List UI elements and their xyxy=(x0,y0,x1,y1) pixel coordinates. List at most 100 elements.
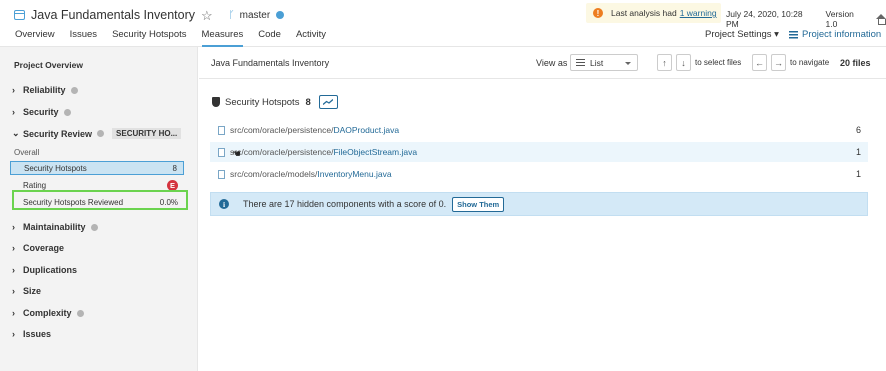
warning-text: Last analysis had xyxy=(611,8,677,18)
file-value: 1 xyxy=(855,169,861,179)
file-path: src/com/oracle/persistence/ xyxy=(230,125,334,135)
chevron-right-icon: › xyxy=(12,308,15,318)
chevron-right-icon: › xyxy=(12,329,15,339)
tab-overview[interactable]: Overview xyxy=(15,29,55,47)
chevron-right-icon: › xyxy=(12,222,15,232)
sidebar-item-label: Complexity xyxy=(23,308,72,318)
show-them-button[interactable]: Show Them xyxy=(452,196,505,212)
tab-security-hotspots[interactable]: Security Hotspots xyxy=(112,29,186,47)
project-title[interactable]: Java Fundamentals Inventory xyxy=(31,8,195,22)
chevron-right-icon: › xyxy=(12,107,15,117)
home-icon[interactable] xyxy=(876,14,886,25)
sidebar-item-duplications[interactable]: › Duplications xyxy=(12,265,77,275)
sidebar-item-label: Size xyxy=(23,286,42,296)
tab-issues[interactable]: Issues xyxy=(70,29,97,47)
measures-sidebar: Project Overview › Reliability › Securit… xyxy=(0,47,198,371)
measure-header: Security Hotspots 8 xyxy=(212,95,338,109)
sidebar-item-maintainability[interactable]: › Maintainability xyxy=(12,222,98,232)
left-key-button[interactable]: ← xyxy=(752,54,767,71)
help-icon[interactable] xyxy=(90,223,98,231)
warning-icon: ! xyxy=(593,8,603,18)
navigate-hint: to navigate xyxy=(790,58,830,67)
right-key-button[interactable]: → xyxy=(771,54,786,71)
measures-toolbar: Java Fundamentals Inventory View as List… xyxy=(199,47,886,79)
caret-down-icon xyxy=(625,62,631,65)
sidebar-item-reliability[interactable]: › Reliability xyxy=(12,85,78,95)
file-row[interactable]: src/com/oracle/persistence/ FileObjectSt… xyxy=(210,142,868,162)
info-icon: i xyxy=(219,199,229,209)
file-name[interactable]: FileObjectStream.java xyxy=(333,147,417,157)
list-icon xyxy=(789,30,798,39)
row-label: Rating xyxy=(23,180,47,190)
hidden-components-notice: i There are 17 hidden components with a … xyxy=(210,192,868,216)
sidebar-row-security-hotspots[interactable]: Security Hotspots 8 xyxy=(10,161,184,175)
sidebar-item-issues[interactable]: › Issues xyxy=(12,329,51,339)
warning-link[interactable]: 1 warning xyxy=(680,8,717,18)
up-key-button[interactable]: ↑ xyxy=(657,54,672,71)
branch-settings-icon[interactable] xyxy=(276,11,285,19)
sidebar-item-label: Security Review xyxy=(23,128,93,139)
project-information-link[interactable]: Project information xyxy=(789,29,881,40)
trend-icon xyxy=(323,99,334,105)
sidebar-item-security-review[interactable]: ⌄ Security Review SECURITY HO... xyxy=(12,128,182,139)
file-value: 1 xyxy=(855,147,861,157)
down-key-button[interactable]: ↓ xyxy=(676,54,691,71)
sidebar-item-label: Coverage xyxy=(23,243,65,253)
security-review-tag: SECURITY HO... xyxy=(112,128,182,139)
sidebar-heading: Project Overview xyxy=(14,60,83,70)
help-icon[interactable] xyxy=(76,309,84,317)
view-as-select[interactable]: List xyxy=(570,54,638,71)
sidebar-item-complexity[interactable]: › Complexity xyxy=(12,308,84,318)
sidebar-item-label: Issues xyxy=(23,329,52,339)
file-row[interactable]: src/com/oracle/persistence/ DAOProduct.j… xyxy=(210,120,868,140)
project-nav: Overview Issues Security Hotspots Measur… xyxy=(15,29,341,47)
file-value: 6 xyxy=(855,125,861,135)
file-name[interactable]: DAOProduct.java xyxy=(333,125,399,135)
view-as-value: List xyxy=(590,57,604,68)
hidden-components-text: There are 17 hidden components with a sc… xyxy=(243,199,447,209)
sidebar-item-label: Maintainability xyxy=(23,222,86,232)
sidebar-item-size[interactable]: › Size xyxy=(12,286,41,296)
analysis-date: July 24, 2020, 10:28 PM xyxy=(726,9,803,29)
sidebar-item-label: Security xyxy=(23,107,59,117)
file-icon xyxy=(218,169,225,179)
project-settings-menu[interactable]: Project Settings ▾ xyxy=(705,29,779,40)
sidebar-item-coverage[interactable]: › Coverage xyxy=(12,243,64,253)
analysis-meta: July 24, 2020, 10:28 PM Version 1.0 xyxy=(726,9,886,29)
tab-code[interactable]: Code xyxy=(258,29,281,47)
history-trend-button[interactable] xyxy=(318,95,338,109)
view-as-label: View as xyxy=(536,58,568,68)
chevron-right-icon: › xyxy=(12,243,15,253)
file-icon xyxy=(218,125,225,135)
help-icon[interactable] xyxy=(97,130,105,137)
project-version: Version 1.0 xyxy=(825,9,854,29)
list-view-icon xyxy=(576,59,585,66)
branch-name[interactable]: master xyxy=(240,10,271,21)
sidebar-item-security[interactable]: › Security xyxy=(12,107,71,117)
chevron-down-icon: ⌄ xyxy=(12,128,20,138)
star-icon[interactable]: ☆ xyxy=(201,9,213,22)
file-path: src/com/oracle/persistence/ xyxy=(230,147,334,157)
chevron-right-icon: › xyxy=(12,286,15,296)
title-row: Java Fundamentals Inventory ☆ ᚴ master xyxy=(14,7,285,23)
branch-icon: ᚴ xyxy=(228,9,235,21)
tab-activity[interactable]: Activity xyxy=(296,29,326,47)
chevron-right-icon: › xyxy=(12,85,15,95)
file-name[interactable]: InventoryMenu.java xyxy=(317,169,391,179)
help-icon[interactable] xyxy=(70,86,78,94)
mouse-cursor-icon: ☚ xyxy=(232,149,241,160)
row-value: 8 xyxy=(172,163,177,173)
files-count: 20 files xyxy=(840,58,871,68)
shield-icon xyxy=(212,97,220,107)
chevron-right-icon: › xyxy=(12,265,15,275)
file-path: src/com/oracle/models/ xyxy=(230,169,318,179)
file-row[interactable]: src/com/oracle/models/ InventoryMenu.jav… xyxy=(210,164,868,184)
measure-label: Security Hotspots xyxy=(225,96,300,108)
help-icon[interactable] xyxy=(63,108,71,116)
tab-measures[interactable]: Measures xyxy=(201,29,243,47)
sidebar-overall-label: Overall xyxy=(14,148,40,157)
breadcrumb[interactable]: Java Fundamentals Inventory xyxy=(211,58,329,68)
file-icon xyxy=(218,147,225,157)
measure-value: 8 xyxy=(305,96,311,108)
sidebar-item-label: Duplications xyxy=(23,265,78,275)
